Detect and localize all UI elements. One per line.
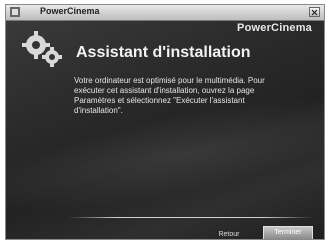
title-bar[interactable]: PowerCinema bbox=[6, 5, 324, 21]
gears-icon bbox=[22, 31, 62, 67]
wizard-message: Votre ordinateur est optimisé pour le mu… bbox=[74, 76, 265, 115]
wizard-heading: Assistant d'installation bbox=[76, 44, 251, 61]
installer-window: PowerCinema PowerCinema Assistant d'inst… bbox=[5, 4, 325, 240]
brand-logo: PowerCinema bbox=[237, 22, 312, 34]
finish-button[interactable]: Terminer bbox=[263, 226, 313, 239]
close-button[interactable] bbox=[309, 7, 320, 17]
back-button[interactable]: Retour bbox=[209, 230, 249, 239]
app-icon bbox=[10, 7, 20, 17]
footer-divider bbox=[68, 217, 313, 218]
window-controls bbox=[309, 7, 320, 17]
window-title: PowerCinema bbox=[40, 6, 100, 16]
close-icon bbox=[311, 9, 318, 16]
